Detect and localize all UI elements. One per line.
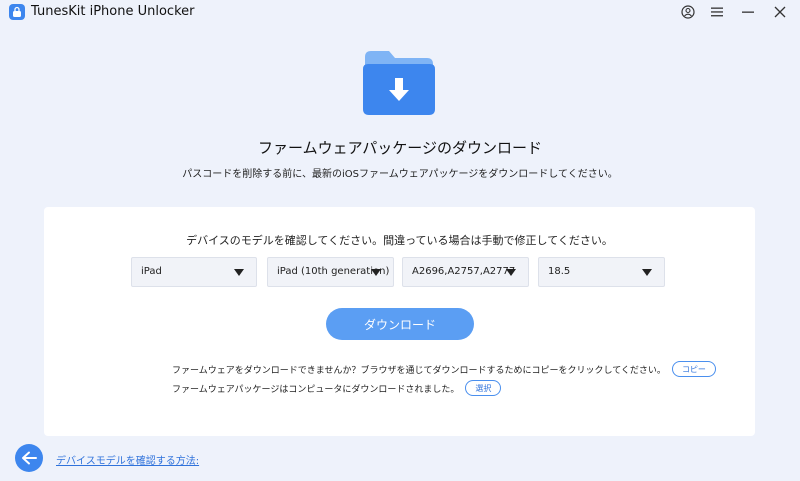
copy-note: ファームウェアをダウンロードできませんか？ブラウザを通じてダウンロードするために… — [172, 361, 716, 377]
device-type-select[interactable]: iPad — [131, 257, 257, 287]
app-title: TunesKit iPhone Unlocker — [31, 4, 195, 19]
page-title: ファームウェアパッケージのダウンロード — [258, 139, 542, 157]
firmware-panel: デバイスのモデルを確認してください。間違っている場合は手動で修正してください。 … — [44, 207, 755, 436]
chevron-down-icon — [234, 269, 244, 276]
minimize-icon[interactable] — [738, 3, 758, 21]
select-button[interactable]: 選択 — [465, 380, 502, 396]
arrow-left-icon — [22, 451, 37, 465]
chevron-down-icon — [506, 269, 516, 276]
download-button[interactable]: ダウンロード — [326, 308, 474, 340]
copy-note-text: ファームウェアをダウンロードできませんか？ブラウザを通じてダウンロードするために… — [172, 365, 666, 376]
ios-version-select[interactable]: 18.5 — [538, 257, 665, 287]
select-note-text: ファームウェアパッケージはコンピュータにダウンロードされました。 — [172, 384, 460, 395]
select-note: ファームウェアパッケージはコンピュータにダウンロードされました。 選択 — [172, 380, 502, 396]
app-logo-icon — [9, 4, 25, 20]
close-icon[interactable] — [770, 3, 790, 21]
ios-version-value: 18.5 — [548, 266, 571, 277]
model-instruction: デバイスのモデルを確認してください。間違っている場合は手動で修正してください。 — [186, 234, 613, 247]
chevron-down-icon — [642, 269, 652, 276]
model-help-link[interactable]: デバイスモデルを確認する方法: — [56, 452, 199, 467]
chevron-down-icon — [371, 269, 381, 276]
folder-download-icon — [361, 49, 437, 121]
model-select[interactable]: iPad (10th generation) — [267, 257, 394, 287]
model-numbers-select[interactable]: A2696,A2757,A2777 — [402, 257, 529, 287]
title-bar: TunesKit iPhone Unlocker — [0, 0, 800, 26]
account-icon[interactable] — [678, 3, 698, 21]
menu-icon[interactable] — [707, 3, 727, 21]
device-type-value: iPad — [141, 266, 162, 277]
page-subtitle: パスコードを削除する前に、最新のiOSファームウェアパッケージをダウンロードして… — [182, 169, 618, 180]
back-button[interactable] — [15, 444, 43, 472]
model-numbers-value: A2696,A2757,A2777 — [412, 266, 516, 277]
copy-button[interactable]: コピー — [671, 361, 716, 377]
